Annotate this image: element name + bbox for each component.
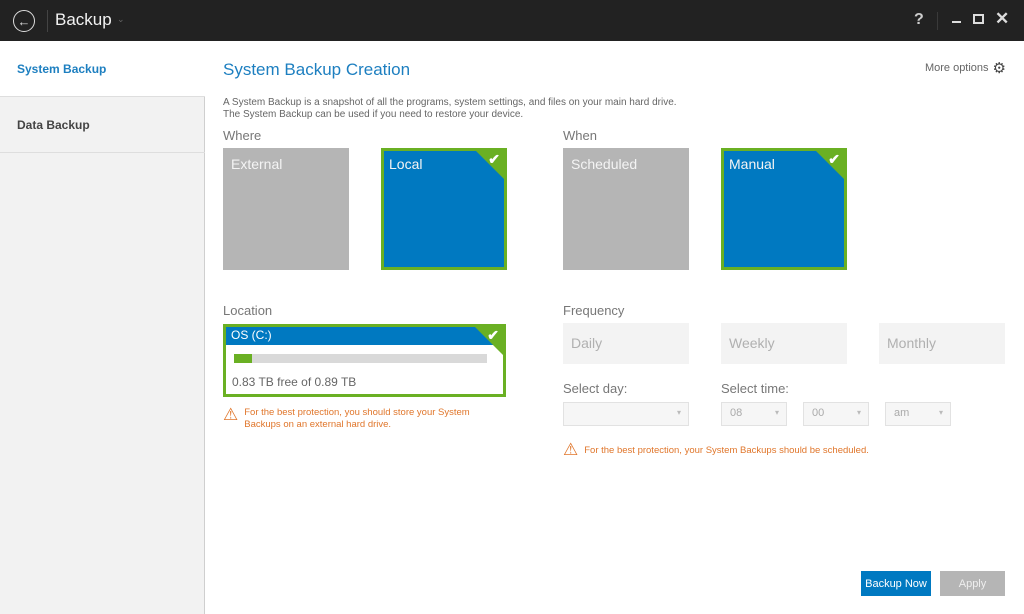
warning-text: For the best protection, you should stor… [244,407,470,418]
page-title: System Backup Creation [223,60,411,79]
minute-dropdown[interactable]: 00 ▾ [803,402,869,426]
warning-icon: ⚠ [563,440,579,459]
select-time-label: Select time: [721,381,789,396]
chevron-down-icon: ▾ [676,408,681,417]
where-option-external[interactable]: External [223,148,349,270]
sidebar-item-system-backup[interactable]: System Backup [0,41,205,97]
app-title: Backup [55,10,112,29]
sidebar-item-data-backup[interactable]: Data Backup [0,97,205,153]
location-warning: ⚠ For the best protection, you should st… [223,405,470,431]
backup-now-button[interactable]: Backup Now [861,571,931,596]
checkmark-icon: ✔ [487,327,499,343]
drive-name: OS (C:) [226,327,503,345]
period-value: am [894,407,910,419]
close-button[interactable]: ✕ [995,9,1009,29]
help-button[interactable]: ? [914,11,924,29]
select-day-label: Select day: [563,381,628,396]
chevron-down-icon: ▾ [856,408,861,417]
drive-usage-fill [234,354,252,363]
when-option-manual[interactable]: Manual ✔ [721,148,847,270]
frequency-weekly[interactable]: Weekly [721,323,847,364]
tile-label: External [231,156,283,172]
minute-value: 00 [812,407,825,419]
checkmark-icon: ✔ [488,151,500,167]
description: A System Backup is a snapshot of all the… [223,97,677,121]
sidebar-item-label: Data Backup [17,117,90,132]
checkmark-icon: ✔ [828,151,840,167]
warning-icon: ⚠ [223,405,239,424]
schedule-warning: ⚠ For the best protection, your System B… [563,440,869,459]
location-label: Location [223,303,273,318]
maximize-button[interactable] [973,14,984,24]
where-option-local[interactable]: Local ✔ [381,148,507,270]
when-option-scheduled[interactable]: Scheduled [563,148,689,270]
sidebar-item-label: System Backup [17,61,107,76]
more-options-label: More options [924,62,989,74]
warning-text: For the best protection, your System Bac… [584,445,869,456]
description-line: A System Backup is a snapshot of all the… [223,97,677,108]
back-button[interactable]: ← [13,10,35,32]
chevron-down-icon[interactable]: ⌄ [117,14,125,25]
hour-value: 08 [730,407,743,419]
chevron-down-icon: ▾ [938,408,943,417]
when-label: When [563,128,597,143]
select-day-dropdown[interactable]: ▾ [563,402,689,426]
period-dropdown[interactable]: am ▾ [885,402,951,426]
title-bar: ← Backup ⌄ ? ✕ [0,0,1024,41]
arrow-left-icon: ← [17,13,31,29]
frequency-monthly[interactable]: Monthly [879,323,1005,364]
window-controls-separator [937,12,938,30]
description-line: The System Backup can be used if you nee… [223,109,524,120]
chevron-down-icon: ▾ [774,408,779,417]
frequency-daily[interactable]: Daily [563,323,689,364]
title-separator [47,10,48,32]
apply-button[interactable]: Apply [940,571,1005,596]
drive-usage-bar [234,354,487,363]
main-panel: System Backup Creation More options ⚙ A … [206,41,1024,614]
tile-label: Scheduled [571,156,638,172]
more-options-link[interactable]: More options ⚙ [925,59,1006,77]
drive-free-space: 0.83 TB free of 0.89 TB [232,375,357,389]
location-card-os-c[interactable]: OS (C:) ✔ 0.83 TB free of 0.89 TB [223,324,506,397]
warning-text: Backups on an external hard drive. [244,419,392,430]
where-label: Where [223,128,262,143]
hour-dropdown[interactable]: 08 ▾ [721,402,787,426]
frequency-label: Frequency [563,303,625,318]
sidebar: System Backup Data Backup [0,41,205,614]
minimize-button[interactable] [952,21,961,23]
gear-icon: ⚙ [992,60,1006,77]
tile-label: Manual [729,156,775,172]
tile-label: Local [389,156,423,172]
